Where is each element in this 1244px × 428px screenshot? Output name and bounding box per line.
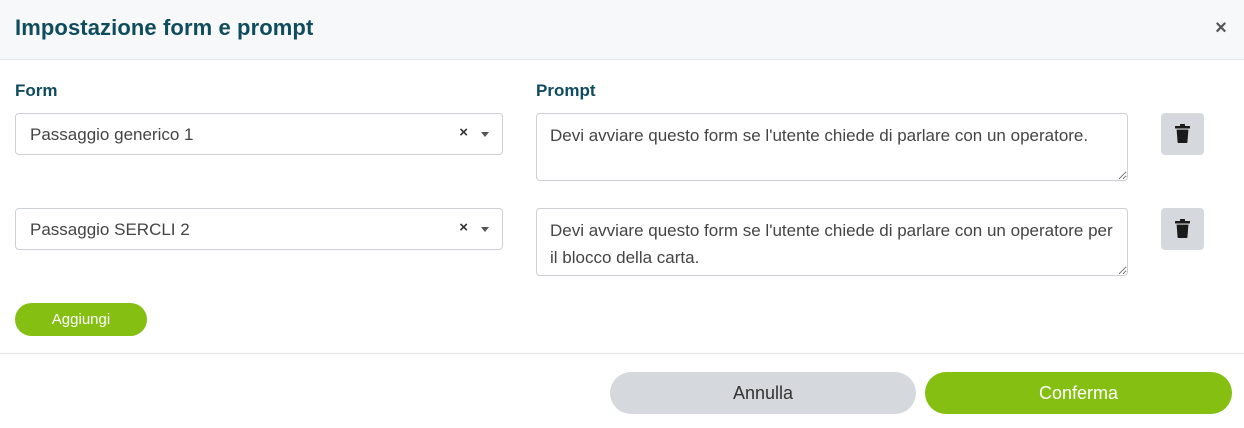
add-row-button[interactable]: Aggiungi (15, 303, 147, 336)
dialog-header: Impostazione form e prompt × (0, 0, 1244, 60)
delete-row-button-1[interactable] (1161, 113, 1204, 155)
form-select-1[interactable]: Passaggio generico 1 × (15, 113, 503, 155)
chevron-down-icon[interactable] (481, 227, 489, 232)
prompt-textarea-1[interactable]: Devi avviare questo form se l'utente chi… (536, 113, 1128, 181)
cancel-button[interactable]: Annulla (610, 372, 916, 414)
clear-icon[interactable]: × (459, 124, 468, 141)
chevron-down-icon[interactable] (481, 132, 489, 137)
form-select-value: Passaggio SERCLI 2 (30, 220, 190, 239)
confirm-button[interactable]: Conferma (925, 372, 1232, 414)
clear-icon[interactable]: × (459, 219, 468, 236)
prompt-column-label: Prompt (536, 81, 596, 100)
prompt-textarea-2[interactable]: Devi avviare questo form se l'utente chi… (536, 208, 1128, 276)
form-select-2[interactable]: Passaggio SERCLI 2 × (15, 208, 503, 250)
form-select-value: Passaggio generico 1 (30, 125, 194, 144)
delete-row-button-2[interactable] (1161, 208, 1204, 250)
dialog-title: Impostazione form e prompt (15, 15, 314, 40)
trash-icon (1175, 124, 1190, 143)
form-column-label: Form (15, 81, 58, 100)
trash-icon (1175, 219, 1190, 238)
close-icon[interactable]: × (1212, 18, 1230, 38)
footer-divider (0, 353, 1244, 354)
